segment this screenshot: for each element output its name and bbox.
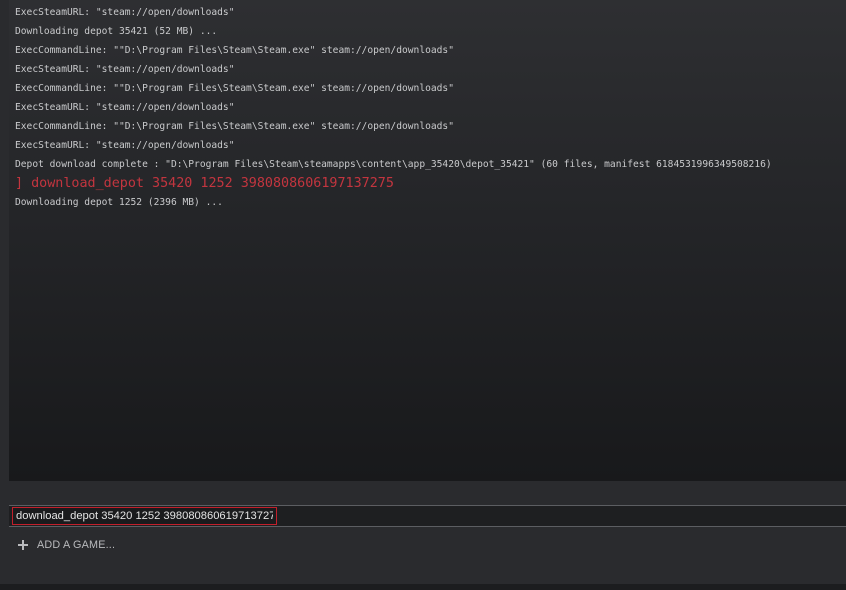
console-log: ExecSteamURL: "steam://open/downloads" D…	[15, 3, 842, 212]
console-line: ExecSteamURL: "steam://open/downloads"	[15, 102, 235, 113]
console-line: ExecCommandLine: ""D:\Program Files\Stea…	[15, 121, 454, 132]
console-command-input[interactable]	[12, 507, 277, 525]
console-line: Downloading depot 35421 (52 MB) ...	[15, 26, 218, 37]
steam-console-window: { "console": { "lines": [ "ExecSteamURL:…	[0, 0, 846, 590]
console-line: Downloading depot 1252 (2396 MB) ...	[15, 197, 223, 208]
console-input-bar	[9, 505, 846, 527]
add-game-button[interactable]: ADD A GAME...	[17, 536, 115, 554]
plus-icon	[17, 539, 29, 551]
console-line: ExecSteamURL: "steam://open/downloads"	[15, 64, 235, 75]
console-line: ExecSteamURL: "steam://open/downloads"	[15, 7, 235, 18]
console-line: ExecSteamURL: "steam://open/downloads"	[15, 140, 235, 151]
add-game-label: ADD A GAME...	[37, 539, 116, 551]
console-line: Depot download complete : "D:\Program Fi…	[15, 159, 772, 170]
console-command-echo: ] download_depot 35420 1252 398080860619…	[15, 176, 394, 191]
console-line: ExecCommandLine: ""D:\Program Files\Stea…	[15, 83, 454, 94]
bottom-bar	[0, 584, 846, 590]
console-line: ExecCommandLine: ""D:\Program Files\Stea…	[15, 45, 454, 56]
console-output-panel[interactable]: ExecSteamURL: "steam://open/downloads" D…	[9, 0, 846, 481]
